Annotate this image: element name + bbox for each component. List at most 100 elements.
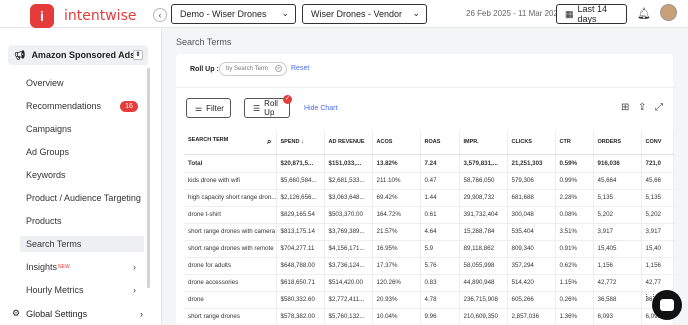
column-header[interactable]: CONV: [641, 130, 674, 155]
table-cell: kids drone with wifi: [184, 172, 277, 190]
table-cell: 58,766,050: [459, 172, 508, 190]
table-cell: 20.93%: [372, 291, 421, 309]
hide-chart-link[interactable]: Hide Chart: [304, 105, 337, 112]
sidebar-item-keywords[interactable]: Keywords: [20, 167, 144, 183]
table-cell: $3,063,648...: [324, 189, 373, 207]
sidebar-item-campaigns[interactable]: Campaigns: [20, 121, 144, 137]
account-dropdown[interactable]: Demo - Wiser Drones ⌄: [171, 4, 296, 24]
sidebar-item-products[interactable]: Products: [20, 213, 144, 229]
table-cell: 0.99%: [555, 172, 594, 190]
search-terms-card: Roll Up : by Search Term × Reset ⚌ Filte…: [176, 54, 674, 325]
sidebar-scrollbar[interactable]: [147, 68, 150, 288]
table-row[interactable]: drone accessories $618,650.71 $514,420.00 1…: [184, 274, 674, 292]
table-row[interactable]: drone for adults $648,788.00 $3,736,124...…: [184, 257, 674, 275]
table-row[interactable]: drone t-shirt $829,165.54 $503,370.00 164.7…: [184, 206, 674, 224]
table-cell: 7.24: [420, 154, 460, 173]
close-icon[interactable]: ×: [275, 65, 282, 72]
reset-link[interactable]: Reset: [291, 65, 309, 72]
table-cell: 2,857,036: [507, 308, 556, 325]
table-cell: drone accessories: [184, 274, 277, 292]
product-switcher[interactable]: 📢︎ Amazon Sponsored Ads ⇕: [8, 45, 148, 65]
sidebar-item-insights[interactable]: Insights NEW ›: [20, 259, 144, 275]
table-cell: drone t-shirt: [184, 206, 277, 224]
chevron-left-icon: ‹: [158, 10, 162, 20]
table-row[interactable]: drone $580,332.60 $2,772,411... 20.93% 4.78 2…: [184, 291, 674, 309]
profile-dropdown[interactable]: Wiser Drones - Vendor ⌄: [302, 4, 427, 24]
sidebar-item-label: Insights: [26, 262, 58, 272]
rollup-chip[interactable]: by Search Term ×: [219, 62, 287, 76]
table-cell: 1.44: [420, 189, 460, 207]
table-cell: $5,760,132...: [324, 308, 373, 325]
date-picker-button[interactable]: ▦ Last 14 days: [556, 4, 627, 24]
table-cell: 164.72%: [372, 206, 421, 224]
filter-button[interactable]: ⚌ Filter: [186, 98, 231, 118]
table-row[interactable]: short range drones with camera $813,175.1…: [184, 223, 674, 241]
sidebar-item-overview[interactable]: Overview: [20, 75, 144, 91]
table-body: Total $20,871,5... $151,033,... 13.82% 7…: [184, 154, 674, 325]
sidebar-item-label: Hourly Metrics: [26, 285, 84, 295]
table-cell: $648,788.00: [276, 257, 325, 275]
intentwise-logo[interactable]: i: [30, 4, 54, 28]
table-cell: 0.47: [420, 172, 460, 190]
chevron-right-icon: ›: [133, 285, 136, 295]
sidebar-item-label: Product / Audience Targeting: [26, 193, 141, 203]
column-header[interactable]: IMPR.: [459, 130, 508, 155]
column-header[interactable]: ROAS: [420, 130, 460, 155]
table-cell: 16.95%: [372, 240, 421, 258]
table-row[interactable]: kids drone with wifi $5,660,584... $2,681,…: [184, 172, 674, 190]
sidebar-item-search-terms[interactable]: Search Terms: [20, 236, 144, 252]
table-cell: 0.91%: [555, 240, 594, 258]
table-cell: 5,202: [593, 206, 642, 224]
table-row[interactable]: short range drones $578,382.00 $5,760,132.…: [184, 308, 674, 325]
column-header[interactable]: CLICKS: [507, 130, 556, 155]
table-cell: $514,420.00: [324, 274, 373, 292]
column-header[interactable]: ACOS: [372, 130, 421, 155]
chevron-down-icon: ⌄: [412, 8, 420, 18]
table-cell: 681,688: [507, 189, 556, 207]
filter-label: Filter: [206, 103, 224, 113]
column-header[interactable]: CTR: [555, 130, 594, 155]
check-icon: ✓: [283, 95, 292, 104]
table-cell: 3,579,831,...: [459, 154, 508, 173]
table-cell: $829,165.54: [276, 206, 325, 224]
expand-icon[interactable]: ⤢: [655, 102, 663, 113]
table-cell: 210,609,350: [459, 308, 508, 325]
page-title: Search Terms: [176, 37, 232, 47]
top-bar: i intentwise ‹ Demo - Wiser Drones ⌄ Wis…: [0, 0, 688, 28]
product-switcher-label: Amazon Sponsored Ads: [31, 50, 136, 60]
divider: [176, 87, 673, 88]
column-header[interactable]: AD REVENUE: [324, 130, 373, 155]
table-row[interactable]: high capacity short range dron... $2,126,…: [184, 189, 674, 207]
table-cell: $3,769,389...: [324, 223, 373, 241]
table-cell: Total: [184, 154, 277, 173]
column-header[interactable]: ORDERS: [593, 130, 642, 155]
list-icon: ☰: [253, 103, 261, 113]
search-icon[interactable]: ⌕: [267, 137, 271, 147]
sidebar-item-targeting[interactable]: Product / Audience Targeting: [20, 190, 144, 206]
bell-icon[interactable]: 🔔︎: [637, 7, 651, 20]
table-cell: 809,340: [507, 240, 556, 258]
sidebar-item-hourly-metrics[interactable]: Hourly Metrics ›: [20, 282, 144, 298]
table-cell: 5,202: [641, 206, 674, 224]
rollup-label: Roll Up :: [190, 66, 219, 73]
table-cell: short range drones with remote: [184, 240, 277, 258]
collapse-sidebar-button[interactable]: ‹: [153, 8, 167, 22]
sort-down-icon[interactable]: ↓: [301, 139, 304, 145]
table-row[interactable]: short range drones with remote $704,277.1…: [184, 240, 674, 258]
sidebar-item-recommendations[interactable]: Recommendations 16: [20, 98, 144, 114]
profile-dropdown-label: Wiser Drones - Vendor: [311, 9, 403, 19]
grid-icon[interactable]: ⊞: [621, 102, 629, 113]
avatar[interactable]: [660, 4, 677, 21]
column-header[interactable]: SEARCH TERM ⌕: [184, 130, 277, 155]
table-cell: 15,40: [641, 240, 674, 258]
table-cell: drone for adults: [184, 257, 277, 275]
table-cell: 1.36%: [555, 308, 594, 325]
column-header[interactable]: SPEND ↓: [276, 130, 325, 155]
export-icon[interactable]: ⇪: [638, 102, 646, 113]
global-settings-link[interactable]: ⚙ Global Settings ›: [12, 308, 143, 319]
table-cell: $618,650.71: [276, 274, 325, 292]
table-cell: 535,404: [507, 223, 556, 241]
sidebar-item-ad-groups[interactable]: Ad Groups: [20, 144, 144, 160]
chat-widget-button[interactable]: [652, 290, 682, 320]
table-cell: 1,156: [593, 257, 642, 275]
